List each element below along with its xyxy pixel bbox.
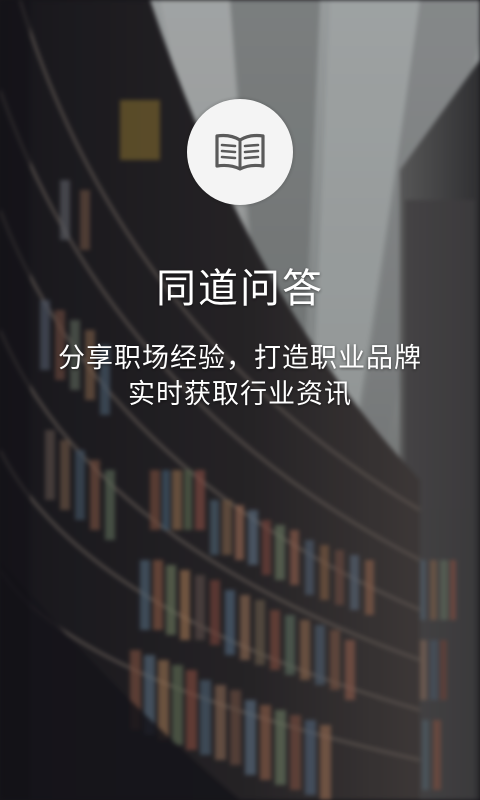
- app-logo: [187, 99, 293, 205]
- app-title: 同道问答: [156, 266, 324, 312]
- open-book-icon: [215, 133, 265, 171]
- slogan-line-2: 实时获取行业资讯: [128, 379, 352, 410]
- splash-screen: 同道问答 分享职场经验，打造职业品牌 实时获取行业资讯: [0, 0, 480, 800]
- slogan-line-1: 分享职场经验，打造职业品牌: [58, 343, 422, 374]
